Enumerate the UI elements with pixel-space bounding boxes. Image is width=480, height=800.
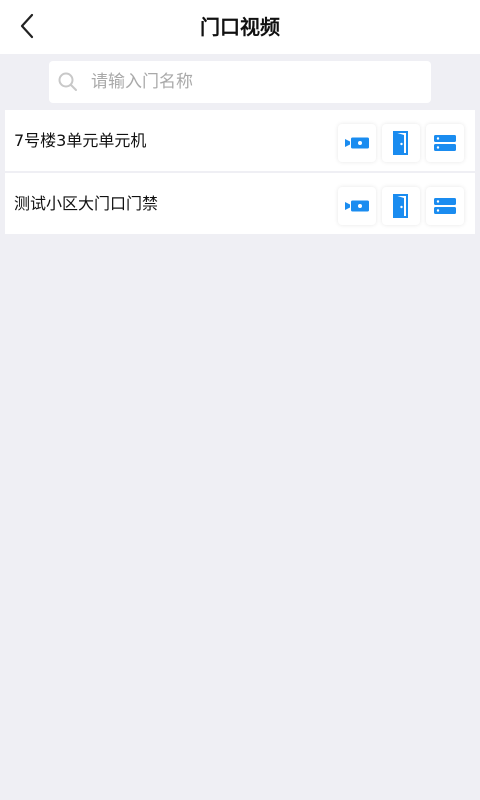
list-item[interactable]: 测试小区大门口门禁	[5, 173, 475, 234]
search-icon	[58, 72, 77, 91]
door-open-icon	[393, 131, 408, 155]
search-bar[interactable]	[49, 61, 431, 103]
video-button[interactable]	[338, 124, 376, 162]
list-menu-icon	[434, 135, 456, 151]
video-camera-icon	[345, 200, 369, 212]
video-camera-icon	[345, 137, 369, 149]
video-button[interactable]	[338, 187, 376, 225]
door-name: 7号楼3单元单元机	[14, 131, 147, 150]
page-title: 门口视频	[200, 15, 280, 39]
details-button[interactable]	[426, 187, 464, 225]
header-bar: 门口视频	[0, 0, 480, 54]
door-list: 7号楼3单元单元机 测试小区大门口门禁	[5, 110, 475, 236]
door-name: 测试小区大门口门禁	[14, 194, 159, 213]
details-button[interactable]	[426, 124, 464, 162]
list-menu-icon	[434, 198, 456, 214]
open-door-button[interactable]	[382, 124, 420, 162]
row-actions	[338, 124, 464, 162]
row-actions	[338, 187, 464, 225]
door-open-icon	[393, 194, 408, 218]
search-input[interactable]	[91, 61, 421, 103]
list-item[interactable]: 7号楼3单元单元机	[5, 110, 475, 171]
open-door-button[interactable]	[382, 187, 420, 225]
